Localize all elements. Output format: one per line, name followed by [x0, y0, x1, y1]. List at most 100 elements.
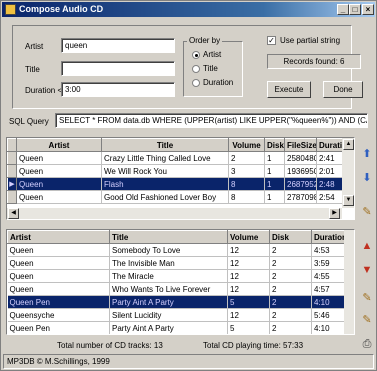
cd-track-cell[interactable]: 2: [269, 295, 312, 309]
column-header[interactable]: Duration: [311, 230, 345, 244]
cd-track-row[interactable]: Queen Somebody To Love 12 2 4:53: [7, 243, 345, 257]
column-header[interactable]: Artist: [16, 138, 102, 152]
cd-track-cell[interactable]: Who Wants To Live Forever: [109, 282, 228, 296]
result-cell[interactable]: 2: [228, 151, 265, 165]
result-cell[interactable]: 1936950: [284, 164, 317, 178]
cd-track-cell[interactable]: 4:10: [311, 295, 345, 309]
cd-track-cell[interactable]: 12: [227, 308, 270, 322]
result-row[interactable]: Queen Crazy Little Thing Called Love 2 1 258…: [7, 151, 343, 165]
cd-track-cell[interactable]: Queen: [7, 256, 110, 270]
edit-track-icon[interactable]: ✎: [360, 291, 374, 305]
cd-track-cell[interactable]: 4:55: [311, 269, 345, 283]
order-artist-radio[interactable]: [192, 51, 200, 59]
row-indicator[interactable]: ▶: [7, 177, 17, 191]
edit-icon[interactable]: ✎: [360, 205, 374, 219]
column-header[interactable]: Title: [101, 138, 229, 152]
result-row[interactable]: ▶ Queen Flash 8 1 2687952 2:48: [7, 177, 343, 191]
maximize-button[interactable]: □: [349, 4, 361, 15]
cd-track-row[interactable]: Queen The Miracle 12 2 4:55: [7, 269, 345, 283]
result-cell[interactable]: We Will Rock You: [101, 164, 229, 178]
artist-input[interactable]: queen: [61, 38, 175, 53]
result-cell[interactable]: Queen: [16, 151, 102, 165]
title-input[interactable]: [61, 61, 175, 76]
result-cell[interactable]: 1: [264, 190, 285, 204]
write-icon[interactable]: ✎: [360, 313, 374, 327]
result-cell[interactable]: Queen: [16, 190, 102, 204]
cd-track-cell[interactable]: 2: [269, 321, 312, 334]
row-indicator[interactable]: [7, 190, 17, 204]
column-header[interactable]: Duration: [316, 138, 343, 152]
cd-track-row[interactable]: Queensyche Silent Lucidity 12 2 5:46: [7, 308, 345, 322]
cd-track-cell[interactable]: 12: [227, 269, 270, 283]
cd-track-cell[interactable]: Party Aint A Party: [109, 321, 228, 334]
result-cell[interactable]: 2580480: [284, 151, 317, 165]
order-title-radio[interactable]: [192, 65, 200, 73]
result-cell[interactable]: 1: [264, 177, 285, 191]
cd-track-cell[interactable]: 2: [269, 256, 312, 270]
partial-string-checkbox[interactable]: ✓: [267, 36, 276, 45]
cd-track-cell[interactable]: Queen: [7, 243, 110, 257]
title-bar[interactable]: Compose Audio CD _ □ ×: [2, 2, 375, 17]
cd-track-cell[interactable]: Silent Lucidity: [109, 308, 228, 322]
cd-track-cell[interactable]: 2: [269, 269, 312, 283]
cd-track-cell[interactable]: Somebody To Love: [109, 243, 228, 257]
row-indicator[interactable]: [7, 151, 17, 165]
cd-track-cell[interactable]: Party Aint A Party: [109, 295, 228, 309]
cd-track-cell[interactable]: 4:57: [311, 282, 345, 296]
cd-track-row[interactable]: Queen The Invisible Man 12 2 3:59: [7, 256, 345, 270]
result-row[interactable]: Queen Good Old Fashioned Lover Boy 8 1 27870…: [7, 190, 343, 204]
result-cell[interactable]: 8: [228, 190, 265, 204]
cd-track-cell[interactable]: 12: [227, 282, 270, 296]
result-cell[interactable]: 1: [264, 164, 285, 178]
row-indicator[interactable]: [7, 164, 17, 178]
column-header[interactable]: Disk: [269, 230, 312, 244]
cd-track-cell[interactable]: 3:59: [311, 256, 345, 270]
cd-track-cell[interactable]: 2: [269, 243, 312, 257]
cd-track-cell[interactable]: The Invisible Man: [109, 256, 228, 270]
done-button[interactable]: Done: [323, 81, 363, 98]
result-cell[interactable]: Queen: [16, 177, 102, 191]
cd-vertical-scrollbar[interactable]: [344, 230, 354, 334]
result-cell[interactable]: 2687952: [284, 177, 317, 191]
cd-track-cell[interactable]: 2: [269, 282, 312, 296]
cd-track-cell[interactable]: 12: [227, 243, 270, 257]
cd-track-row[interactable]: Queen Pen Party Aint A Party 5 2 4:10: [7, 295, 345, 309]
result-cell[interactable]: 2:48: [316, 177, 343, 191]
sql-query-input[interactable]: SELECT * FROM data.db WHERE (UPPER(artis…: [55, 113, 368, 128]
cd-track-cell[interactable]: The Miracle: [109, 269, 228, 283]
cd-track-cell[interactable]: 5: [227, 321, 270, 334]
scroll-down-button[interactable]: ▼: [343, 195, 354, 206]
scroll-right-button[interactable]: ▶: [329, 208, 340, 219]
result-cell[interactable]: Queen: [16, 164, 102, 178]
arrow-up-icon[interactable]: ▲: [360, 239, 374, 253]
close-button[interactable]: ×: [362, 4, 374, 15]
result-cell[interactable]: Flash: [101, 177, 229, 191]
result-cell[interactable]: Good Old Fashioned Lover Boy: [101, 190, 229, 204]
result-cell[interactable]: 2787098: [284, 190, 317, 204]
minimize-button[interactable]: _: [337, 4, 349, 15]
result-cell[interactable]: 2:01: [316, 164, 343, 178]
result-cell[interactable]: 2:54: [316, 190, 343, 204]
cd-track-cell[interactable]: Queen Pen: [7, 321, 110, 334]
column-header[interactable]: Title: [109, 230, 228, 244]
move-down-icon[interactable]: ⬇: [360, 171, 374, 185]
result-cell[interactable]: Crazy Little Thing Called Love: [101, 151, 229, 165]
move-up-icon[interactable]: ⬆: [360, 147, 374, 161]
results-vertical-scrollbar[interactable]: ▲ ▼: [342, 138, 354, 208]
column-header[interactable]: Volume: [228, 138, 265, 152]
cd-track-row[interactable]: Queen Pen Party Aint A Party 5 2 4:10: [7, 321, 345, 334]
column-header[interactable]: Artist: [7, 230, 110, 244]
cd-track-cell[interactable]: 5: [227, 295, 270, 309]
result-cell[interactable]: 8: [228, 177, 265, 191]
result-cell[interactable]: 1: [264, 151, 285, 165]
scroll-up-button[interactable]: ▲: [343, 139, 354, 150]
result-row[interactable]: Queen We Will Rock You 3 1 1936950 2:01: [7, 164, 343, 178]
scroll-left-button[interactable]: ◀: [8, 208, 19, 219]
cd-track-cell[interactable]: 12: [227, 256, 270, 270]
cd-track-cell[interactable]: 4:10: [311, 321, 345, 334]
cd-track-cell[interactable]: 4:53: [311, 243, 345, 257]
result-cell[interactable]: 3: [228, 164, 265, 178]
column-header[interactable]: Volume: [227, 230, 270, 244]
cd-track-cell[interactable]: 5:46: [311, 308, 345, 322]
cd-track-cell[interactable]: Queen Pen: [7, 295, 110, 309]
